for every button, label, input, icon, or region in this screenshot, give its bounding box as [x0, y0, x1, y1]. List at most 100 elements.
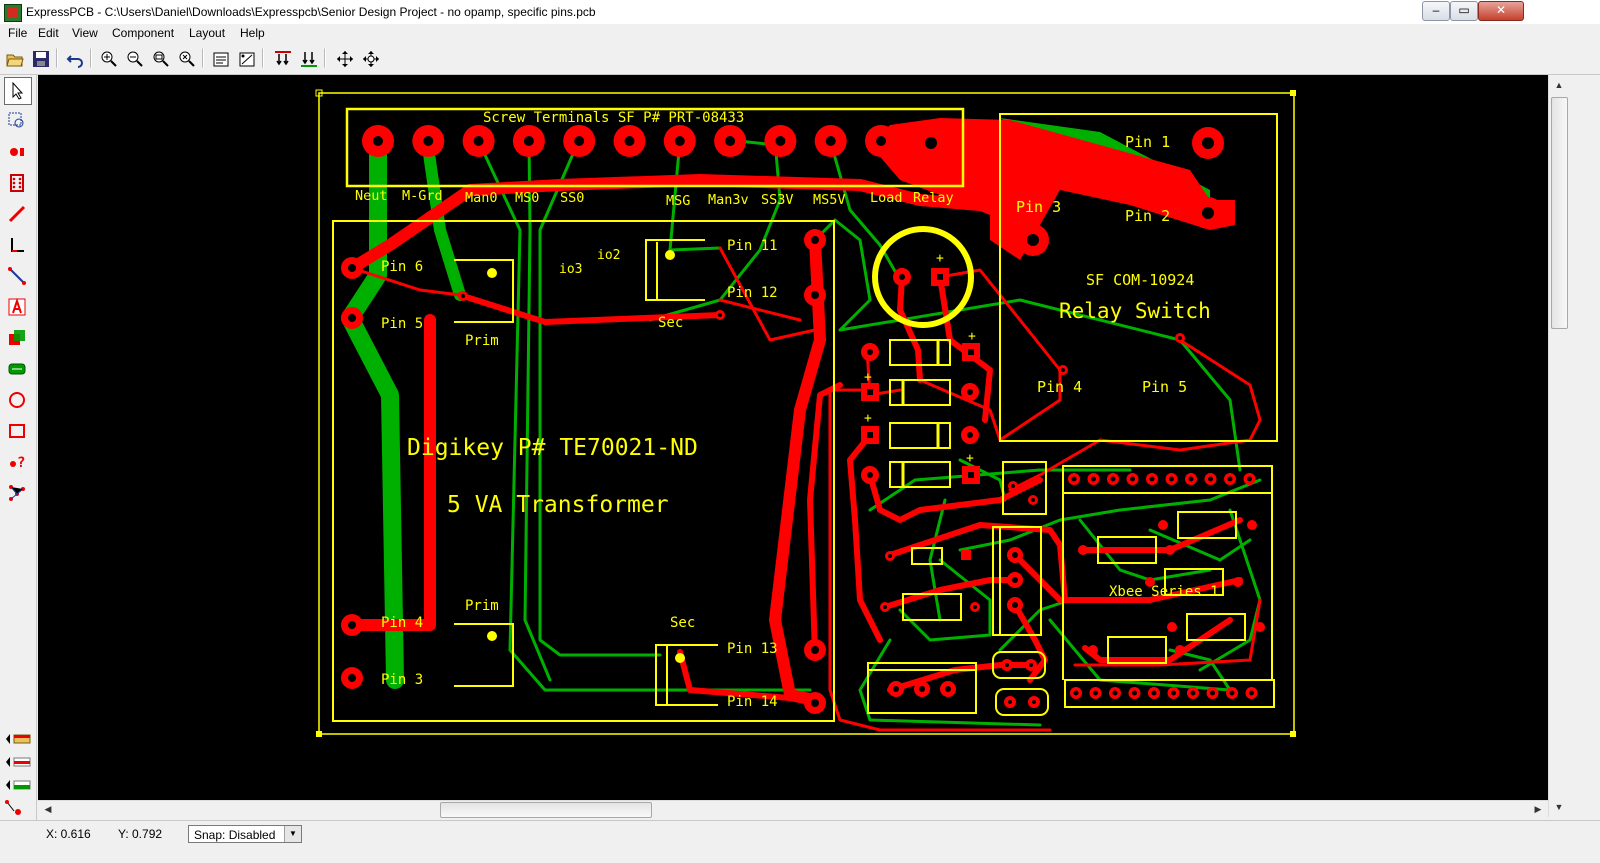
- pad-hole: [1208, 476, 1213, 482]
- rectangle-tool[interactable]: [4, 418, 32, 446]
- circle-tool[interactable]: [4, 387, 32, 415]
- pad-hole: [1130, 476, 1135, 482]
- zoom-select-tool[interactable]: [4, 108, 32, 136]
- layer-bottom-button[interactable]: [4, 753, 32, 771]
- connection-tool[interactable]: [4, 263, 32, 291]
- electrolytic-capacitor-outline: [872, 226, 974, 328]
- horizontal-scrollbar[interactable]: ◀ ▶: [38, 800, 1548, 818]
- snap-dropdown[interactable]: Snap: Disabled ▼: [188, 825, 302, 843]
- title-bar: ExpressPCB - C:\Users\Daniel\Downloads\E…: [0, 0, 1600, 25]
- menu-file[interactable]: File: [8, 26, 27, 40]
- tool-palette: ?: [0, 75, 37, 832]
- svg-text:?: ?: [17, 455, 25, 471]
- top-layer-icon: [275, 51, 291, 66]
- trace-tool[interactable]: [4, 201, 32, 229]
- scroll-down-arrow-icon[interactable]: ▼: [1551, 799, 1567, 815]
- relay-name: Relay Switch: [1059, 299, 1211, 323]
- terminal-label: Man0: [465, 190, 498, 206]
- capacitor-pad-hole: [937, 274, 943, 280]
- filled-plane-tool[interactable]: [4, 325, 32, 353]
- text-tool[interactable]: [4, 294, 32, 322]
- netlist-tool[interactable]: [4, 480, 32, 508]
- plus-marker: +: [864, 370, 872, 385]
- vertical-scroll-thumb[interactable]: [1551, 97, 1568, 329]
- pad-hole: [1149, 476, 1155, 482]
- pcb-canvas[interactable]: Screw Terminals SF P# PRT-08433 Neut M-G…: [38, 75, 1548, 800]
- layer-swap-button[interactable]: [4, 799, 32, 817]
- select-tool[interactable]: [4, 77, 32, 105]
- pin-label: Pin 2: [1125, 207, 1170, 225]
- layer-bottom-icon: [6, 757, 31, 767]
- netlist-button[interactable]: [234, 46, 258, 70]
- chevron-down-icon[interactable]: ▼: [284, 826, 301, 842]
- save-button[interactable]: [28, 46, 52, 70]
- terminal-label: MS5V: [813, 192, 846, 208]
- toolbar-separator: [90, 48, 92, 68]
- layer-top-button[interactable]: [4, 730, 32, 748]
- properties-icon: [213, 52, 229, 67]
- view-bottom-layer-button[interactable]: [296, 46, 320, 70]
- folder-open-icon: [6, 54, 24, 67]
- scroll-up-arrow-icon[interactable]: ▲: [1551, 77, 1567, 93]
- shape-tool[interactable]: [4, 356, 32, 384]
- terminal-label: Man3v: [708, 192, 749, 208]
- pad-hole: [1091, 476, 1096, 482]
- terminal-label: SS3V: [761, 192, 794, 208]
- zoom-out-button[interactable]: [122, 46, 146, 70]
- prim-label: Prim: [465, 333, 499, 349]
- pin-label: Pin 5: [1142, 378, 1187, 396]
- move-button[interactable]: [332, 46, 356, 70]
- menu-component[interactable]: Component: [112, 26, 174, 40]
- layer-silk-button[interactable]: [4, 776, 32, 794]
- floppy-icon: [33, 51, 49, 67]
- place-pad-tool[interactable]: [4, 139, 32, 167]
- scroll-left-arrow-icon[interactable]: ◀: [40, 802, 56, 817]
- io2-label: io2: [597, 248, 620, 263]
- pad-hole: [1249, 690, 1254, 696]
- horizontal-scroll-thumb[interactable]: [440, 802, 652, 818]
- open-file-button[interactable]: [2, 46, 26, 70]
- undo-button[interactable]: [62, 46, 86, 70]
- pad-hole: [423, 136, 434, 146]
- zoom-fit-button[interactable]: [174, 46, 198, 70]
- pin-label: Pin 3: [1016, 198, 1061, 216]
- layer-swap-icon: [5, 800, 21, 815]
- vertical-scrollbar[interactable]: ▲ ▼: [1548, 75, 1569, 817]
- menu-help[interactable]: Help: [240, 26, 265, 40]
- relay-part-number: SF COM-10924: [1086, 271, 1194, 289]
- move-arrows-icon: [337, 51, 353, 67]
- prim-winding-bottom: [454, 623, 514, 687]
- minimize-button[interactable]: –: [1422, 1, 1450, 21]
- sec-label: Sec: [670, 615, 695, 631]
- pad-hole: [1190, 690, 1196, 696]
- angle-trace-icon: [11, 238, 24, 252]
- view-top-layer-button[interactable]: [270, 46, 294, 70]
- rotate-button[interactable]: [358, 46, 382, 70]
- netlist-icon: [239, 52, 255, 67]
- prim-label: Prim: [465, 598, 499, 614]
- menu-layout[interactable]: Layout: [189, 26, 225, 40]
- screw-terminal-title: Screw Terminals SF P# PRT-08433: [483, 110, 744, 126]
- net-nodes-icon: [9, 485, 25, 501]
- pin-label: Pin 4: [1037, 378, 1082, 396]
- zoom-window-button[interactable]: [148, 46, 172, 70]
- zoom-in-button[interactable]: [96, 46, 120, 70]
- angle-trace-tool[interactable]: [4, 232, 32, 260]
- place-component-tool[interactable]: [4, 170, 32, 198]
- maximize-button[interactable]: ▭: [1450, 1, 1478, 21]
- board-corner-handle: [1290, 90, 1296, 96]
- screw-terminal-pads: [362, 125, 948, 157]
- polarity-dot: [487, 631, 497, 641]
- menu-view[interactable]: View: [72, 26, 98, 40]
- properties-button[interactable]: [208, 46, 232, 70]
- query-tool[interactable]: ?: [4, 449, 32, 477]
- terminal-label: MS0: [515, 190, 539, 206]
- pad-hole: [825, 136, 836, 146]
- zoom-in-icon: [101, 51, 117, 67]
- scroll-right-arrow-icon[interactable]: ▶: [1530, 802, 1546, 817]
- pad-hole: [1247, 476, 1252, 482]
- rotate-icon: [363, 51, 379, 67]
- menu-bar: File Edit View Component Layout Help: [0, 24, 1600, 43]
- menu-edit[interactable]: Edit: [38, 26, 59, 40]
- close-button[interactable]: ✕: [1478, 1, 1524, 21]
